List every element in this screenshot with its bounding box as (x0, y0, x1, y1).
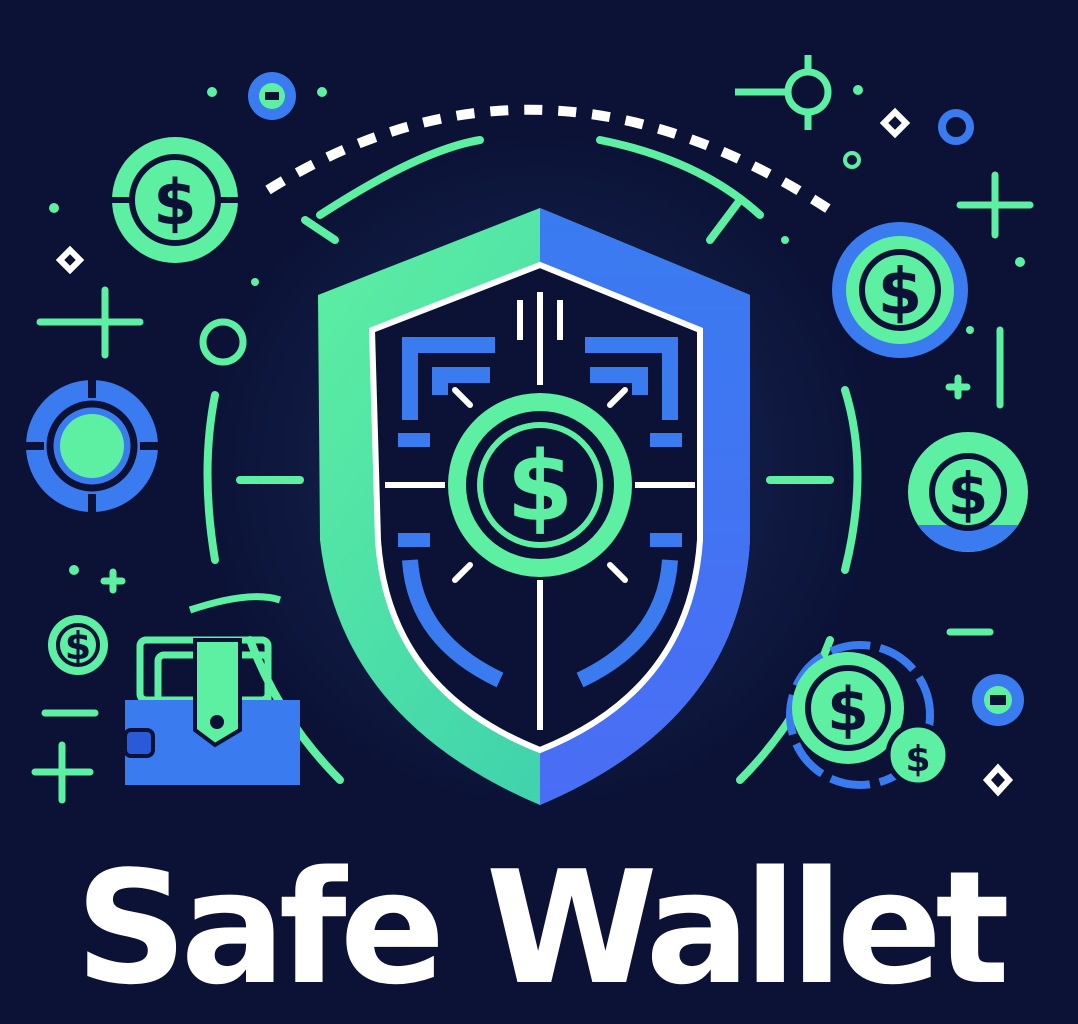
ring-icon (843, 151, 861, 169)
ring-icon (938, 109, 974, 145)
coin-icon (248, 72, 296, 120)
svg-text:$: $ (878, 256, 923, 330)
brand-wordmark: Safe Wallet (0, 838, 1078, 1018)
logo-canvas: $ $ $ $ $ $ $ Safe Wallet (0, 0, 1078, 1024)
dollar-coin-icon: $ (885, 722, 951, 788)
svg-text:$: $ (905, 739, 930, 780)
coin-icon (972, 674, 1024, 726)
dollar-coin-icon: $ (48, 615, 108, 675)
svg-text:$: $ (827, 675, 869, 745)
svg-text:$: $ (65, 624, 91, 668)
dollar-coin-icon: $ (908, 432, 1028, 552)
svg-text:$: $ (507, 431, 574, 543)
svg-text:$: $ (948, 460, 988, 528)
dollar-coin-icon: $ (108, 137, 242, 263)
svg-text:$: $ (153, 166, 196, 239)
wordmark-text: Safe Wallet (75, 837, 1010, 1019)
dollar-coin-icon: $ (832, 222, 968, 358)
crosshair-icon (735, 55, 832, 130)
gear-coin-icon (22, 376, 162, 516)
